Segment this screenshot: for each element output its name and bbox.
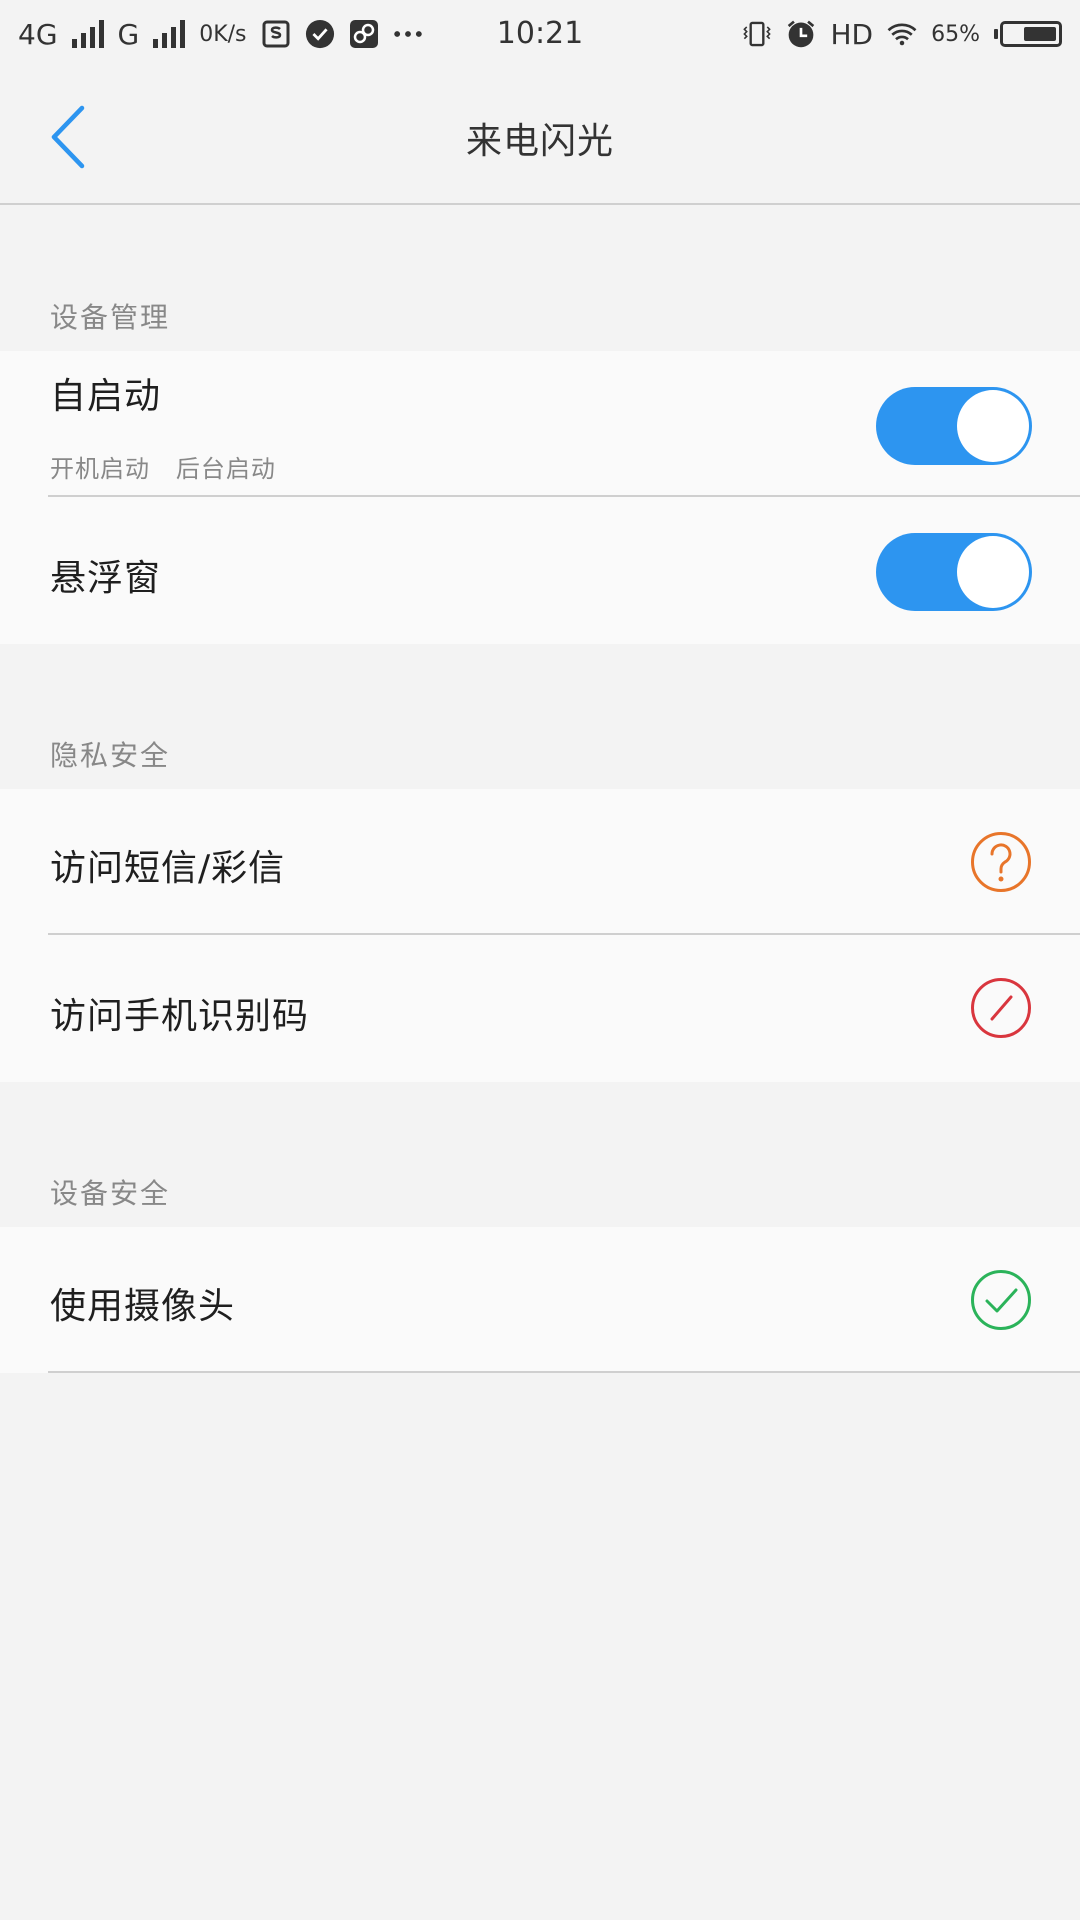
forbidden-icon[interactable] [970, 977, 1032, 1039]
page-title: 来电闪光 [465, 121, 614, 162]
app-notification-icon [349, 19, 379, 49]
hd-label: HD [830, 17, 874, 51]
setting-row-sms[interactable]: 访问短信/彩信 [0, 789, 1080, 935]
signal-icon-1 [71, 20, 104, 48]
question-icon[interactable] [970, 831, 1032, 893]
alarm-icon [786, 19, 816, 49]
network-type-1: 4G [18, 17, 58, 51]
section-header-device-management: 设备管理 [50, 301, 171, 334]
section-header-device-security: 设备安全 [50, 1177, 171, 1210]
battery-icon [994, 21, 1062, 47]
section-header-privacy: 隐私安全 [50, 739, 171, 772]
wifi-icon [887, 19, 917, 49]
status-right: HD 65% [742, 18, 1062, 51]
vibrate-icon [742, 19, 772, 49]
more-notifications-icon [393, 19, 423, 49]
status-bar: 4G G 0K/s 10:21 HD 65% [0, 0, 1080, 68]
status-left: 4G G 0K/s [18, 18, 423, 51]
row-divider [48, 1371, 1080, 1373]
row-title-camera: 使用摄像头 [50, 1286, 236, 1327]
row-subtitle-autostart: 开机启动 后台启动 [50, 455, 276, 483]
check-icon[interactable] [970, 1269, 1032, 1331]
nav-bar: 来电闪光 [0, 68, 1080, 205]
row-title-autostart: 自启动 [50, 376, 162, 417]
toggle-knob [957, 390, 1029, 462]
group-device-security: 使用摄像头 [0, 1227, 1080, 1373]
s-app-icon [261, 19, 291, 49]
row-title-floating-window: 悬浮窗 [50, 558, 162, 599]
network-speed: 0K/s [199, 21, 247, 47]
floating-window-toggle[interactable] [876, 533, 1032, 611]
battery-percent: 65% [931, 21, 980, 47]
setting-row-floating-window[interactable]: 悬浮窗 [0, 497, 1080, 644]
autostart-toggle[interactable] [876, 387, 1032, 465]
setting-row-imei[interactable]: 访问手机识别码 [0, 935, 1080, 1082]
toggle-knob [957, 536, 1029, 608]
setting-row-camera[interactable]: 使用摄像头 [0, 1227, 1080, 1373]
check-circle-icon [305, 19, 335, 49]
signal-icon-2 [153, 20, 186, 48]
row-title-sms: 访问短信/彩信 [50, 848, 286, 889]
row-title-imei: 访问手机识别码 [50, 996, 310, 1037]
group-device-management: 自启动 开机启动 后台启动 悬浮窗 [0, 351, 1080, 644]
network-type-2: G [117, 17, 140, 51]
setting-row-autostart[interactable]: 自启动 开机启动 后台启动 [0, 351, 1080, 497]
group-privacy: 访问短信/彩信 访问手机识别码 [0, 789, 1080, 1082]
